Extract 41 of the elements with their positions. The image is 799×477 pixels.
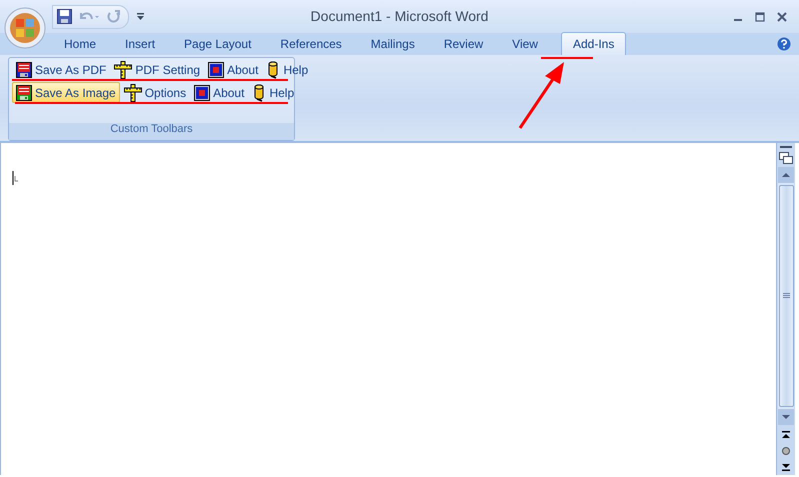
ribbon-tab[interactable]: Add-Ins bbox=[560, 32, 626, 55]
cylinder-icon bbox=[266, 60, 280, 78]
scroll-up-icon[interactable] bbox=[778, 167, 794, 183]
toolbar-button[interactable]: Save As Image bbox=[12, 82, 120, 103]
scroll-down-icon[interactable] bbox=[778, 409, 794, 425]
previous-page-icon[interactable] bbox=[782, 431, 790, 439]
office-button[interactable] bbox=[4, 7, 46, 49]
window-title: Document1 - Microsoft Word bbox=[310, 8, 488, 24]
ribbon-tab[interactable]: Mailings bbox=[358, 33, 427, 55]
square-icon bbox=[194, 84, 210, 100]
toolbar-button[interactable]: Options bbox=[120, 82, 190, 103]
annotation-underline bbox=[541, 57, 593, 59]
save-icon[interactable] bbox=[57, 9, 72, 24]
customize-menu-icon[interactable] bbox=[137, 12, 144, 20]
maximize-icon[interactable] bbox=[755, 12, 765, 22]
cylinder-icon bbox=[252, 84, 266, 102]
ribbon-tab[interactable]: Review bbox=[432, 33, 496, 55]
ribbon-tab[interactable]: Page Layout bbox=[172, 33, 264, 55]
toolbar-button[interactable]: Save As PDF bbox=[12, 59, 110, 80]
ribbon-tab[interactable]: View bbox=[500, 33, 550, 55]
ribbon-tab[interactable]: Insert bbox=[113, 33, 168, 55]
toolbar-button[interactable]: Help bbox=[262, 59, 312, 80]
toolbar-button[interactable]: Help bbox=[248, 82, 298, 103]
split-handle-icon[interactable] bbox=[780, 145, 792, 149]
toolbar-button[interactable]: PDF Setting bbox=[110, 59, 204, 80]
ruler-cross-icon bbox=[114, 60, 132, 78]
square-icon bbox=[208, 62, 224, 78]
help-icon[interactable] bbox=[777, 37, 791, 51]
toolbar-button[interactable]: About bbox=[190, 82, 248, 103]
annotation-arrow bbox=[518, 62, 564, 129]
scroll-thumb[interactable] bbox=[778, 185, 794, 407]
close-icon[interactable] bbox=[777, 12, 787, 22]
ribbon-tab[interactable]: Home bbox=[52, 33, 108, 55]
ruler-cross-icon bbox=[124, 84, 142, 102]
next-page-icon[interactable] bbox=[782, 463, 790, 471]
ribbon-tab[interactable]: References bbox=[268, 33, 354, 55]
toolbar-button[interactable]: About bbox=[204, 59, 262, 80]
ruler-icon[interactable] bbox=[779, 152, 793, 164]
browse-object-icon[interactable] bbox=[782, 447, 790, 455]
text-cursor-icon bbox=[12, 171, 20, 185]
group-label: Custom Toolbars bbox=[9, 123, 294, 140]
